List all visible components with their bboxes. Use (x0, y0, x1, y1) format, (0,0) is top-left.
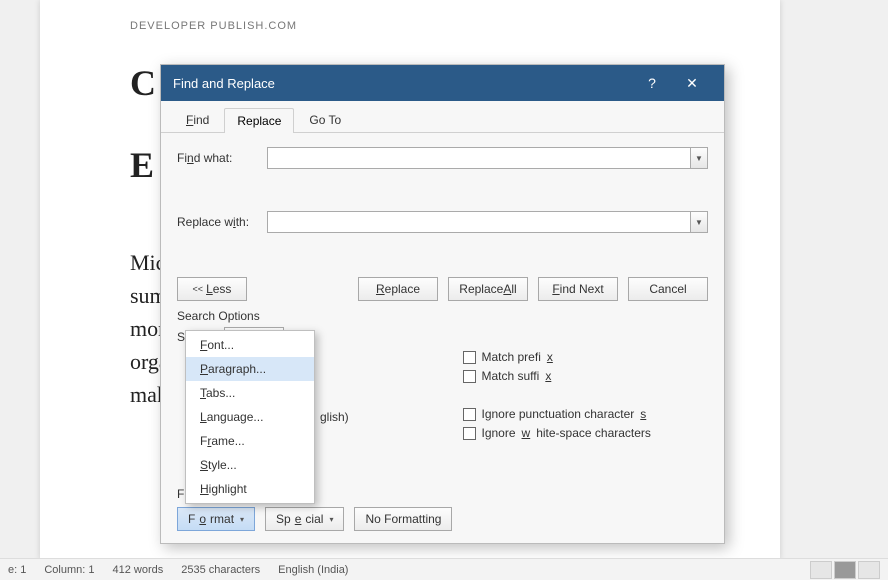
format-menu-button[interactable]: Format▾ (177, 507, 255, 531)
tab-goto[interactable]: Go To (296, 107, 354, 132)
ignore-white-check[interactable]: Ignore white-space characters (463, 426, 709, 440)
help-button[interactable]: ? (632, 65, 672, 101)
checkbox-icon (463, 427, 476, 440)
menu-style[interactable]: Style... (186, 453, 314, 477)
tab-strip: Find Replace Go To (161, 101, 724, 133)
status-language[interactable]: English (India) (278, 564, 348, 576)
chevron-down-icon: ▼ (695, 218, 703, 227)
find-what-label: Find what: (177, 151, 257, 165)
find-next-button[interactable]: Find Next (538, 277, 618, 301)
replace-with-input[interactable] (267, 211, 690, 233)
search-options-label: Search Options (161, 303, 724, 325)
checkbox-icon (463, 351, 476, 364)
less-button[interactable]: << Less (177, 277, 247, 301)
menu-frame[interactable]: Frame... (186, 429, 314, 453)
match-prefix-check[interactable]: Match prefix (463, 350, 709, 364)
match-suffix-check[interactable]: Match suffix (463, 369, 709, 383)
caret-down-icon: ▾ (240, 515, 244, 524)
replace-with-dropdown[interactable]: ▼ (690, 211, 708, 233)
menu-paragraph[interactable]: Paragraph... (186, 357, 314, 381)
tab-find[interactable]: Find (173, 107, 222, 132)
replace-with-combo[interactable]: ▼ (267, 211, 708, 233)
replace-all-button[interactable]: Replace All (448, 277, 528, 301)
menu-tabs[interactable]: Tabs... (186, 381, 314, 405)
ignore-punct-check[interactable]: Ignore punctuation characters (463, 407, 709, 421)
format-popup-menu: Font... Paragraph... Tabs... Language...… (185, 330, 315, 504)
chevron-down-icon: ▼ (695, 154, 703, 163)
find-what-dropdown[interactable]: ▼ (690, 147, 708, 169)
status-words[interactable]: 412 words (113, 564, 164, 576)
no-formatting-button[interactable]: No Formatting (354, 507, 452, 531)
status-line[interactable]: e: 1 (8, 564, 26, 576)
find-what-combo[interactable]: ▼ (267, 147, 708, 169)
view-buttons (810, 561, 880, 579)
menu-font[interactable]: Font... (186, 333, 314, 357)
dialog-titlebar[interactable]: Find and Replace ? ✕ (161, 65, 724, 101)
view-web-icon[interactable] (858, 561, 880, 579)
close-button[interactable]: ✕ (672, 65, 712, 101)
find-what-input[interactable] (267, 147, 690, 169)
dialog-title: Find and Replace (173, 76, 632, 91)
menu-language[interactable]: Language... (186, 405, 314, 429)
status-chars[interactable]: 2535 characters (181, 564, 260, 576)
tab-replace[interactable]: Replace (224, 108, 294, 133)
status-column[interactable]: Column: 1 (44, 564, 94, 576)
caret-down-icon: ▾ (329, 515, 333, 524)
obscured-text: glish) (320, 410, 349, 424)
view-print-icon[interactable] (834, 561, 856, 579)
menu-highlight[interactable]: Highlight (186, 477, 314, 501)
checkbox-icon (463, 370, 476, 383)
replace-button[interactable]: Replace (358, 277, 438, 301)
page-header: DEVELOPER PUBLISH.COM (130, 20, 690, 32)
cancel-button[interactable]: Cancel (628, 277, 708, 301)
options-right-col: Match prefix Match suffix Ignore punctua… (463, 327, 709, 475)
close-icon: ✕ (686, 75, 698, 92)
checkbox-icon (463, 408, 476, 421)
replace-with-label: Replace with: (177, 215, 257, 229)
status-bar: e: 1 Column: 1 412 words 2535 characters… (0, 558, 888, 580)
view-read-icon[interactable] (810, 561, 832, 579)
special-menu-button[interactable]: Special▾ (265, 507, 344, 531)
